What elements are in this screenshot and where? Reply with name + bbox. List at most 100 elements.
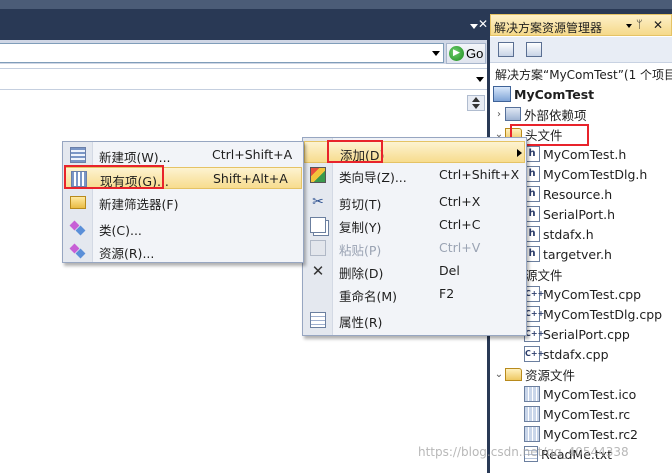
expander-icon[interactable]: › xyxy=(493,109,505,120)
menu-item[interactable]: 复制(Y) Ctrl+C xyxy=(304,214,525,236)
properties-toolbar-icon[interactable] xyxy=(498,42,514,57)
tree-node-label: MyComTest.rc xyxy=(543,406,631,422)
scroll-down-icon xyxy=(472,104,480,109)
menu-item-shortcut: Del xyxy=(439,263,460,278)
tree-node-label: targetver.h xyxy=(543,246,612,262)
menu-item-label: 重命名(M) xyxy=(339,289,398,304)
go-icon: ▶ xyxy=(449,46,464,61)
resource-file-icon xyxy=(524,406,540,422)
tree-node-label: MyComTest.ico xyxy=(543,386,637,402)
tree-node-label: 资源文件 xyxy=(525,367,576,383)
tree-node[interactable]: › 外部依赖项 xyxy=(493,104,587,124)
menu-item-label: 剪切(T) xyxy=(339,197,382,212)
pin-icon[interactable]: ᛘ xyxy=(636,18,643,31)
tree-node[interactable]: C++ MyComTestDlg.cpp xyxy=(512,304,662,324)
solution-explorer-toolbar xyxy=(490,37,672,63)
project-label: MyComTest xyxy=(514,86,595,102)
expander-icon[interactable]: ⌄ xyxy=(493,369,505,380)
scroll-up-icon xyxy=(472,97,480,102)
tree-node-label: MyComTestDlg.cpp xyxy=(543,306,663,322)
folder-icon xyxy=(70,196,86,209)
resource-file-icon xyxy=(524,386,540,402)
highlight-add-item xyxy=(327,140,383,163)
split-handle[interactable] xyxy=(467,95,485,111)
member-dropdown-icon[interactable] xyxy=(476,77,484,82)
menu-item[interactable]: 新建筛选器(F) xyxy=(64,191,302,213)
tree-node[interactable]: C++ MyComTest.cpp xyxy=(512,284,641,304)
doc-dropdown-icon[interactable] xyxy=(470,24,478,29)
highlight-existing-item xyxy=(64,165,164,189)
cpp-file-icon: C++ xyxy=(524,346,544,362)
menu-item[interactable]: 属性(R) xyxy=(304,309,525,331)
blank-icon xyxy=(310,286,326,302)
paste-icon xyxy=(310,240,326,256)
cut-icon: ✂ xyxy=(312,194,324,210)
folder-open-icon xyxy=(505,367,522,381)
project-icon xyxy=(493,86,511,102)
menu-item-label: 删除(D) xyxy=(339,266,384,281)
resource-file-icon xyxy=(524,426,540,442)
go-label: Go xyxy=(466,46,484,61)
menu-item[interactable]: ✂ 剪切(T) Ctrl+X xyxy=(304,191,525,213)
solution-explorer-titlebar: 解决方案资源管理器 ᛘ ✕ xyxy=(490,14,672,36)
tree-node-label: stdafx.cpp xyxy=(543,346,609,362)
menu-item-label: 粘贴(P) xyxy=(339,243,382,258)
member-combo[interactable] xyxy=(0,68,487,90)
new-item-icon xyxy=(70,147,86,163)
menu-item-label: 新建筛选器(F) xyxy=(99,197,179,212)
menu-item-shortcut: Ctrl+X xyxy=(439,194,481,209)
tree-node[interactable]: h MyComTestDlg.h xyxy=(512,164,647,184)
tree-node[interactable]: MyComTest.rc2 xyxy=(512,424,638,444)
blank-icon xyxy=(311,145,327,161)
menu-item[interactable]: ✕ 删除(D) Del xyxy=(304,260,525,282)
tree-node[interactable]: h MyComTest.h xyxy=(512,144,626,164)
navigation-bar: ▶ Go xyxy=(0,40,487,64)
external-deps-icon xyxy=(505,107,521,121)
menu-item[interactable]: 资源(R)... xyxy=(64,240,302,262)
menu-item-label: 属性(R) xyxy=(339,315,383,330)
close-icon[interactable]: ✕ xyxy=(653,18,663,32)
wizard-icon xyxy=(310,167,326,183)
solution-header[interactable]: 解决方案“MyComTest”(1 个项目 xyxy=(495,66,672,83)
tree-node[interactable]: MyComTest.rc xyxy=(512,404,630,424)
tree-node-label: SerialPort.cpp xyxy=(543,326,630,342)
window-position-dropdown-icon[interactable] xyxy=(626,24,632,28)
title-strip xyxy=(0,0,672,9)
tree-node-label: MyComTestDlg.h xyxy=(543,166,648,182)
menu-item[interactable]: 类向导(Z)... Ctrl+Shift+X xyxy=(304,164,525,186)
tree-node-label: SerialPort.h xyxy=(543,206,616,222)
menu-item[interactable]: 类(C)... xyxy=(64,217,302,239)
tree-node[interactable]: h Resource.h xyxy=(512,184,612,204)
project-node[interactable]: MyComTest xyxy=(493,84,594,104)
menu-item[interactable]: 新建项(W)... Ctrl+Shift+A xyxy=(64,144,302,166)
menu-item-label: 新建项(W)... xyxy=(99,150,171,165)
copy-icon xyxy=(310,217,326,233)
watermark: https://blog.csdn.net/qq_40544338 xyxy=(418,445,629,459)
menu-item-shortcut: F2 xyxy=(439,286,455,301)
menu-item-shortcut: Ctrl+C xyxy=(439,217,481,232)
menu-item-shortcut: Ctrl+Shift+A xyxy=(212,147,293,162)
tree-node[interactable]: C++ SerialPort.cpp xyxy=(512,324,630,344)
combo-dropdown-icon[interactable] xyxy=(432,51,440,56)
show-all-files-icon[interactable] xyxy=(526,42,542,57)
tree-node-label: 源文件 xyxy=(525,267,563,283)
menu-item[interactable]: 粘贴(P) Ctrl+V xyxy=(304,237,525,259)
menu-item-label: 类向导(Z)... xyxy=(339,170,407,185)
tree-node[interactable]: ⌄ 资源文件 xyxy=(493,364,575,384)
tree-node[interactable]: C++ stdafx.cpp xyxy=(512,344,609,364)
context-menu: 添加(D) 类向导(Z)... Ctrl+Shift+X ✂ 剪切(T) Ctrl+X 复制… xyxy=(302,137,527,336)
navigation-combo[interactable] xyxy=(0,43,444,63)
menu-item-label: 类(C)... xyxy=(99,223,142,238)
delete-icon: ✕ xyxy=(311,262,325,280)
tree-node-label: MyComTest.h xyxy=(543,146,627,162)
tree-node-label: MyComTest.cpp xyxy=(543,286,642,302)
go-button[interactable]: ▶ Go xyxy=(446,43,486,64)
menu-item[interactable]: 重命名(M) F2 xyxy=(304,283,525,305)
menu-item-shortcut: Ctrl+Shift+X xyxy=(439,167,520,182)
tree-node[interactable]: h SerialPort.h xyxy=(512,204,615,224)
menu-item-shortcut: Shift+Alt+A xyxy=(213,171,288,186)
tree-node-label: Resource.h xyxy=(543,186,613,202)
tree-node[interactable]: MyComTest.ico xyxy=(512,384,636,404)
submenu-arrow-icon xyxy=(517,149,522,157)
resource-icon xyxy=(70,243,86,259)
